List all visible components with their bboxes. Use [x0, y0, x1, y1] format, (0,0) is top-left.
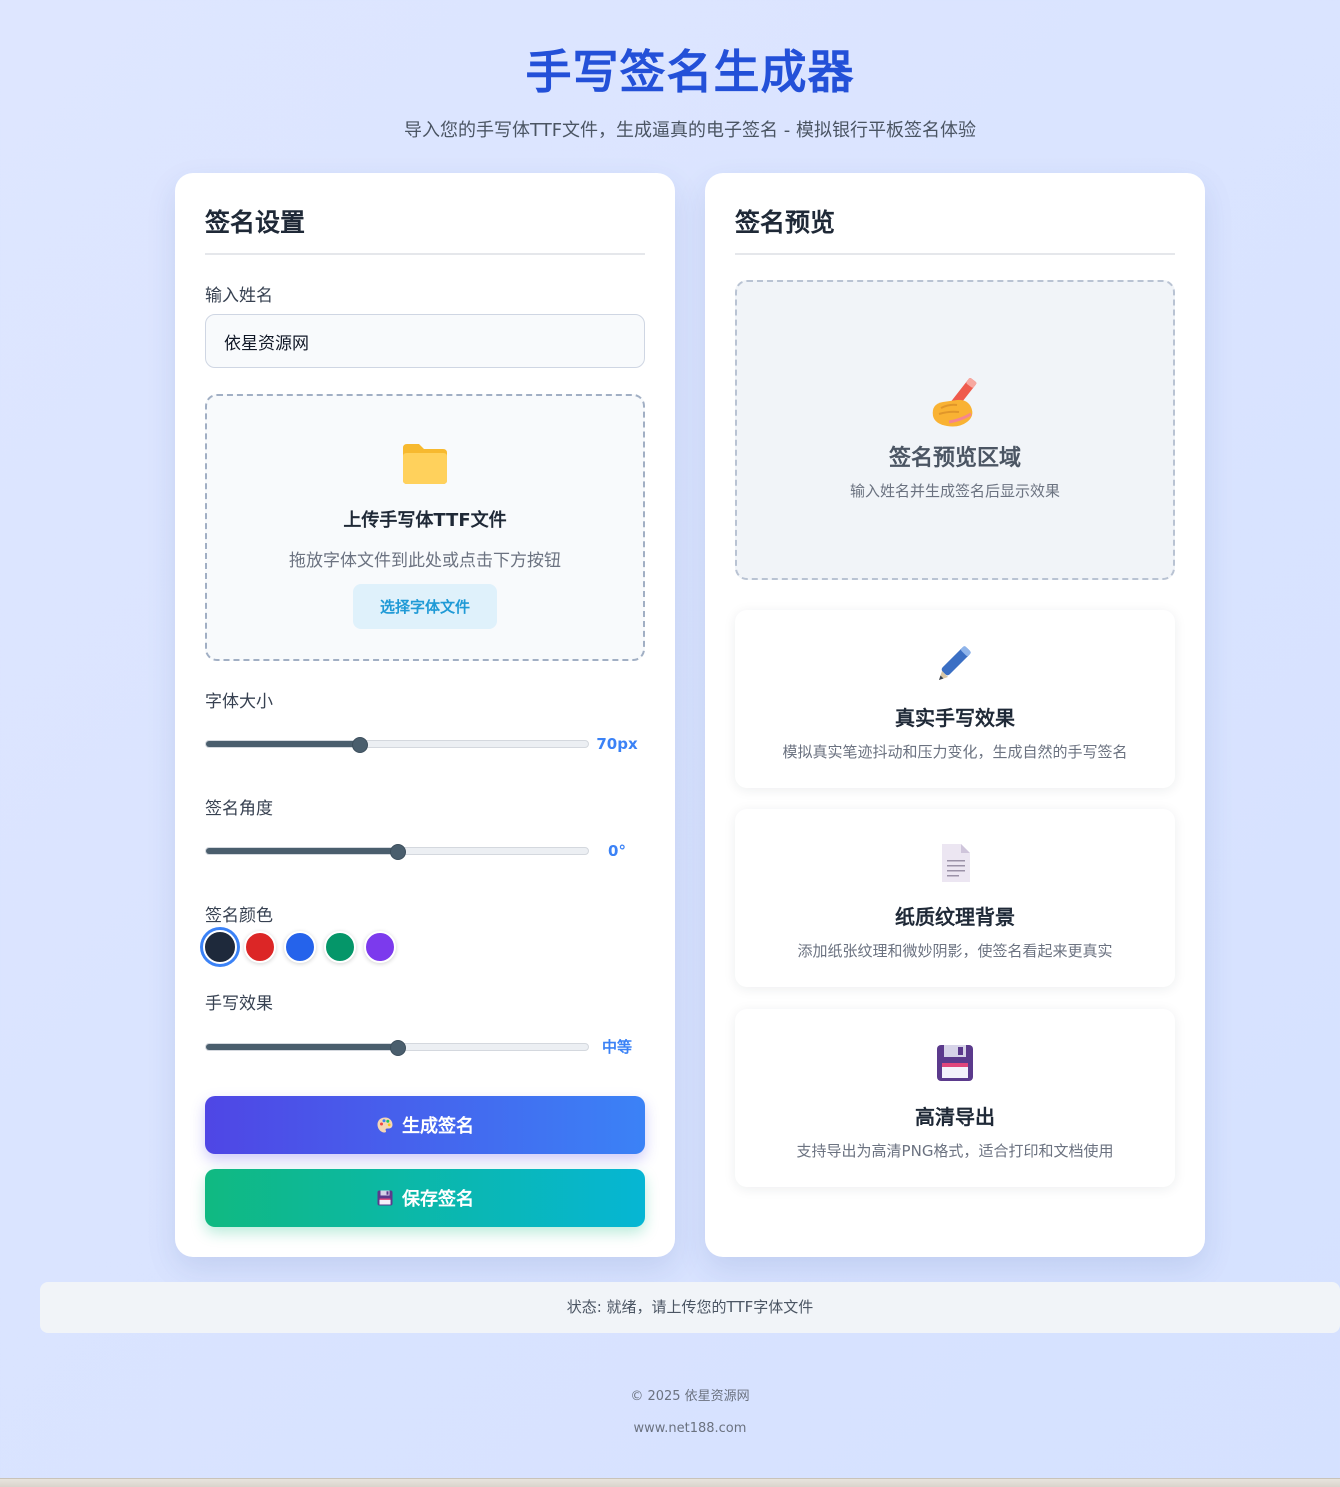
feature-title: 高清导出	[915, 1105, 995, 1129]
color-swatch-green[interactable]	[324, 931, 356, 963]
effect-track[interactable]	[205, 1040, 589, 1056]
color-swatch-red[interactable]	[244, 931, 276, 963]
folder-icon	[403, 444, 447, 484]
font-size-label: 字体大小	[205, 692, 273, 712]
feature-desc: 支持导出为高清PNG格式，适合打印和文档使用	[796, 1142, 1114, 1160]
signature-preview-area: 签名预览区域 输入姓名并生成签名后显示效果	[735, 280, 1175, 580]
preview-panel: 签名预览 签名预览区域 输入姓名并生成签名后显示效果 真实手写效果 模拟真实笔迹…	[705, 173, 1205, 1257]
page-subtitle: 导入您的手写体TTF文件，生成逼真的电子签名 - 模拟银行平板签名体验	[404, 120, 976, 141]
feature-card-export: 高清导出 支持导出为高清PNG格式，适合打印和文档使用	[735, 1009, 1175, 1187]
page-title: 手写签名生成器	[525, 45, 855, 99]
settings-panel: 签名设置 输入姓名 上传手写体TTF文件 拖放字体文件到此处或点击下方按钮 选择…	[175, 173, 675, 1257]
angle-fill	[206, 848, 398, 854]
feature-card-paper: 纸质纹理背景 添加纸张纹理和微妙阴影，使签名看起来更真实	[735, 809, 1175, 987]
footer-copyright: © 2025 依星资源网	[630, 1389, 750, 1404]
font-size-fill	[206, 741, 360, 747]
feature-desc: 添加纸张纹理和微妙阴影，使签名看起来更真实	[797, 942, 1113, 960]
font-size-thumb[interactable]	[351, 737, 368, 753]
angle-track[interactable]	[205, 844, 589, 860]
font-upload-dropzone[interactable]: 上传手写体TTF文件 拖放字体文件到此处或点击下方按钮 选择字体文件	[205, 394, 645, 661]
page-header: 手写签名生成器 导入您的手写体TTF文件，生成逼真的电子签名 - 模拟银行平板签…	[0, 40, 1340, 142]
effect-fill	[206, 1044, 398, 1050]
color-swatch-blue[interactable]	[284, 931, 316, 963]
status-bar: 状态: 就绪，请上传您的TTF字体文件	[40, 1282, 1340, 1333]
generate-label: 生成签名	[402, 1116, 474, 1137]
save-label: 保存签名	[402, 1189, 474, 1210]
feature-title: 纸质纹理背景	[895, 905, 1015, 929]
save-button[interactable]: 保存签名	[205, 1169, 645, 1227]
floppy-disk-icon	[377, 1190, 393, 1206]
feature-card-handwriting: 真实手写效果 模拟真实笔迹抖动和压力变化，生成自然的手写签名	[735, 610, 1175, 788]
settings-title: 签名设置	[205, 203, 645, 255]
pen-icon	[939, 646, 971, 680]
generate-button[interactable]: 生成签名	[205, 1096, 645, 1154]
angle-value: 0°	[608, 842, 626, 860]
footer-url[interactable]: www.net188.com	[0, 1421, 1340, 1436]
color-label: 签名颜色	[205, 906, 273, 926]
choose-font-button[interactable]: 选择字体文件	[353, 584, 497, 629]
effect-value: 中等	[601, 1038, 632, 1056]
angle-thumb[interactable]	[390, 844, 406, 860]
effect-thumb[interactable]	[390, 1040, 406, 1056]
font-size-slider[interactable]: 70px	[205, 734, 645, 754]
preview-title: 签名预览	[735, 203, 1175, 255]
color-swatch-purple[interactable]	[364, 931, 396, 963]
floppy-disk-icon	[937, 1045, 973, 1081]
writing-hand-icon	[932, 378, 977, 427]
palette-icon	[377, 1117, 393, 1133]
name-input[interactable]	[205, 314, 645, 368]
font-size-track[interactable]	[205, 737, 589, 753]
upload-hint: 拖放字体文件到此处或点击下方按钮	[289, 551, 561, 571]
effect-label: 手写效果	[205, 994, 273, 1014]
font-size-value: 70px	[596, 735, 638, 753]
preview-area-hint: 输入姓名并生成签名后显示效果	[849, 482, 1060, 500]
upload-title: 上传手写体TTF文件	[343, 510, 507, 531]
document-icon	[942, 844, 970, 882]
name-label: 输入姓名	[205, 286, 273, 306]
angle-slider[interactable]: 0°	[205, 841, 645, 861]
color-swatch-dark[interactable]	[203, 930, 237, 964]
preview-area-title: 签名预览区域	[888, 446, 1021, 471]
feature-desc: 模拟真实笔迹抖动和压力变化，生成自然的手写签名	[782, 743, 1128, 761]
effect-slider[interactable]: 中等	[205, 1037, 645, 1057]
feature-title: 真实手写效果	[895, 706, 1015, 730]
angle-label: 签名角度	[205, 799, 273, 819]
